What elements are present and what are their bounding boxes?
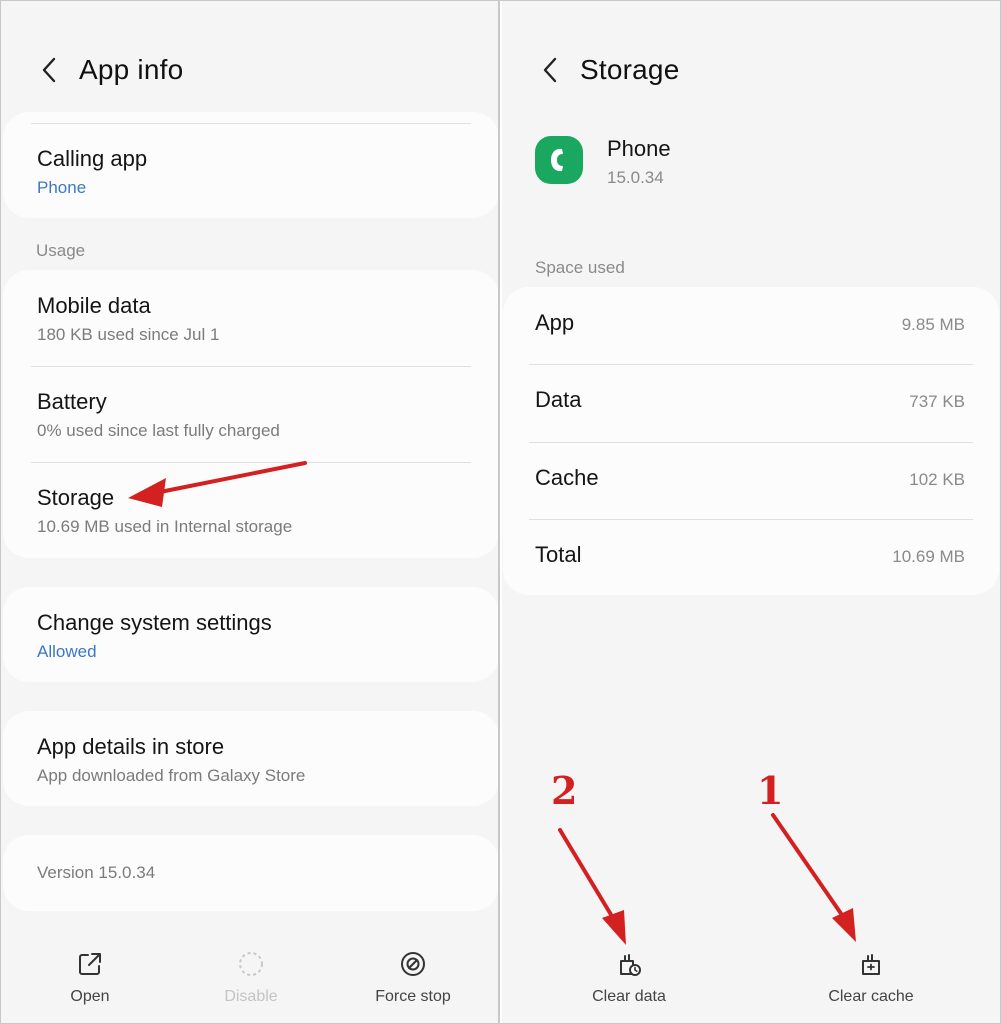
version-text: Version 15.0.34 (37, 863, 156, 882)
change-system-settings-value: Allowed (37, 642, 97, 661)
space-row-value: 10.69 MB (892, 547, 965, 566)
back-button[interactable] (29, 50, 69, 90)
clear-data-button[interactable]: Clear data (579, 950, 679, 1006)
open-external-icon (79, 953, 101, 975)
change-system-settings-row[interactable]: Change system settings Allowed (3, 587, 498, 682)
calling-app-row[interactable]: Calling app Phone (3, 112, 498, 218)
system-settings-card: Change system settings Allowed (3, 587, 498, 682)
storage-row[interactable]: Storage 10.69 MB used in Internal storag… (3, 463, 498, 558)
space-row-value: 102 KB (909, 470, 965, 489)
calling-app-label: Calling app (37, 146, 148, 171)
store-card: App details in store App downloaded from… (3, 711, 498, 806)
space-row-value: 9.85 MB (901, 315, 965, 334)
open-button[interactable]: Open (50, 950, 130, 1006)
clear-data-label: Clear data (592, 988, 666, 1005)
force-stop-button[interactable]: Force stop (358, 950, 468, 1006)
space-used-section-label: Space used (535, 258, 625, 277)
storage-header: Storage (502, 46, 1001, 94)
space-row-app: App 9.85 MB (503, 287, 999, 364)
force-stop-icon (401, 952, 425, 976)
usage-section-label: Usage (36, 241, 86, 260)
space-row-label: Total (535, 542, 582, 567)
app-details-sub: App downloaded from Galaxy Store (37, 766, 306, 785)
back-button[interactable] (530, 50, 570, 90)
storage-label: Storage (37, 485, 115, 510)
space-row-data: Data 737 KB (503, 365, 999, 442)
usage-card: Mobile data 180 KB used since Jul 1 Batt… (3, 270, 498, 558)
mobile-data-sub: 180 KB used since Jul 1 (37, 325, 220, 344)
battery-label: Battery (37, 389, 107, 414)
version-card: Version 15.0.34 (3, 835, 498, 911)
disable-circle-icon (239, 952, 263, 976)
mobile-data-row[interactable]: Mobile data 180 KB used since Jul 1 (3, 270, 498, 366)
page-title: App info (79, 54, 184, 85)
space-row-value: 737 KB (909, 392, 965, 411)
space-row-total: Total 10.69 MB (503, 520, 999, 595)
app-info-screen: App info Calling app Phone Usage Mobile … (0, 0, 500, 1024)
page-title: Storage (580, 54, 680, 85)
clear-cache-button[interactable]: Clear cache (816, 950, 926, 1006)
battery-sub: 0% used since last fully charged (37, 421, 280, 440)
clear-cache-icon (862, 954, 880, 975)
app-name: Phone (607, 136, 671, 161)
space-row-label: Data (535, 387, 582, 412)
clear-data-icon (620, 954, 641, 976)
space-row-cache: Cache 102 KB (503, 443, 999, 520)
clear-cache-label: Clear cache (828, 988, 914, 1005)
force-stop-label: Force stop (375, 988, 451, 1005)
storage-screen: Storage Phone 15.0.34 Space used App 9.8… (502, 0, 1001, 1024)
mobile-data-label: Mobile data (37, 293, 151, 318)
space-row-label: App (535, 310, 575, 335)
chevron-left-icon (543, 57, 557, 83)
storage-sub: 10.69 MB used in Internal storage (37, 517, 293, 536)
disable-label: Disable (224, 988, 278, 1005)
phone-app-icon (535, 136, 583, 184)
battery-row[interactable]: Battery 0% used since last fully charged (3, 367, 498, 462)
app-info-header: App info (1, 46, 498, 94)
app-details-in-store-row[interactable]: App details in store App downloaded from… (3, 711, 498, 806)
app-version: 15.0.34 (607, 168, 664, 187)
annotation-number-2: 2 (551, 768, 578, 813)
space-used-card: App 9.85 MB Data 737 KB Cache 102 KB Tot… (503, 287, 999, 595)
change-system-settings-label: Change system settings (37, 610, 272, 635)
calling-app-card: Calling app Phone (3, 112, 498, 218)
annotation-number-1: 1 (757, 768, 784, 813)
app-header: Phone 15.0.34 (535, 136, 955, 196)
app-details-label: App details in store (37, 734, 225, 759)
disable-button[interactable]: Disable (201, 950, 301, 1006)
chevron-left-icon (42, 57, 56, 83)
calling-app-value: Phone (37, 178, 87, 197)
open-label: Open (70, 988, 110, 1005)
space-row-label: Cache (535, 465, 599, 490)
